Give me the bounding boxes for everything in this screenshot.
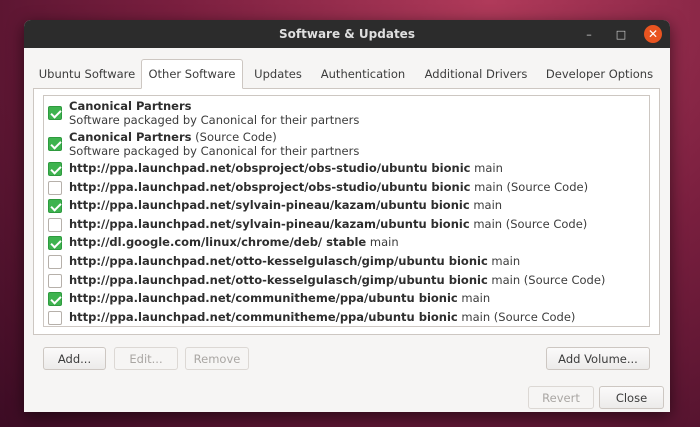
source-checkbox[interactable] [48,180,62,195]
tab-other-software[interactable]: Other Software [141,59,243,89]
source-components: (Source Code) [195,130,277,144]
minimize-icon[interactable]: – [580,25,598,43]
source-label: Canonical Partners [69,99,192,114]
source-row[interactable]: http://ppa.launchpad.net/sylvain-pineau/… [44,197,644,215]
source-checkbox[interactable] [48,273,62,288]
tab-developer-options[interactable]: Developer Options [539,59,660,88]
title-bar[interactable]: Software & Updates – □ ✕ [24,20,670,48]
source-row[interactable]: Canonical Partners Software packaged by C… [44,98,644,129]
add-volume-button[interactable]: Add Volume... [546,347,650,370]
source-description: Software packaged by Canonical for their… [69,113,360,127]
source-name: http://ppa.launchpad.net/communitheme/pp… [69,291,458,306]
source-components: main (Source Code) [461,309,576,324]
source-label: http://ppa.launchpad.net/obsproject/obs-… [69,161,503,176]
tab-bar: Ubuntu Software Other Software Updates A… [33,59,660,89]
source-row[interactable]: http://ppa.launchpad.net/communitheme/pp… [44,309,644,327]
tab-authentication[interactable]: Authentication [313,59,413,88]
source-name: http://dl.google.com/linux/chrome/deb/ s… [69,235,367,250]
source-name: http://ppa.launchpad.net/communitheme/pp… [69,309,458,324]
window-controls: – □ ✕ [580,20,662,48]
close-button[interactable]: Close [599,386,664,409]
source-components: main [474,161,503,175]
source-name: http://ppa.launchpad.net/otto-kesselgula… [69,272,488,287]
tab-additional-drivers[interactable]: Additional Drivers [413,59,539,88]
source-checkbox[interactable] [48,217,62,232]
source-row[interactable]: http://ppa.launchpad.net/obsproject/obs-… [44,179,644,197]
maximize-icon[interactable]: □ [612,25,630,43]
source-name: Canonical Partners [69,130,192,144]
remove-button[interactable]: Remove [185,347,249,370]
source-label: http://ppa.launchpad.net/otto-kesselgula… [69,273,605,288]
source-checkbox[interactable] [48,236,62,251]
source-name: http://ppa.launchpad.net/obsproject/obs-… [69,179,471,194]
add-button[interactable]: Add... [43,347,106,370]
source-name: http://ppa.launchpad.net/obsproject/obs-… [69,161,471,175]
source-name: Canonical Partners [69,99,192,113]
source-row[interactable]: http://ppa.launchpad.net/sylvain-pineau/… [44,216,644,234]
source-components: main (Source Code) [491,272,606,287]
window-title: Software & Updates [279,27,415,41]
source-name: http://ppa.launchpad.net/sylvain-pineau/… [69,198,470,213]
tab-updates[interactable]: Updates [243,59,313,88]
edit-button[interactable]: Edit... [114,347,178,370]
source-row[interactable]: http://ppa.launchpad.net/otto-kesselgula… [44,272,644,290]
source-row[interactable]: http://ppa.launchpad.net/obsproject/obs-… [44,160,644,178]
source-checkbox[interactable] [48,106,62,120]
source-description: Software packaged by Canonical for their… [69,144,360,158]
source-name: http://ppa.launchpad.net/otto-kesselgula… [69,254,488,268]
source-label: http://ppa.launchpad.net/communitheme/pp… [69,291,490,306]
source-checkbox[interactable] [48,292,62,307]
source-components: main (Source Code) [473,216,588,231]
source-checkbox[interactable] [48,162,62,176]
source-label: Canonical Partners (Source Code) [69,130,277,145]
source-row[interactable]: http://ppa.launchpad.net/otto-kesselgula… [44,253,644,271]
tab-ubuntu-software[interactable]: Ubuntu Software [33,59,141,88]
close-icon[interactable]: ✕ [644,25,662,43]
source-checkbox[interactable] [48,255,62,269]
source-label: http://ppa.launchpad.net/sylvain-pineau/… [69,198,502,213]
source-row[interactable]: Canonical Partners (Source Code) Software… [44,129,644,160]
source-components: main (Source Code) [474,179,589,194]
other-software-panel: Canonical Partners Software packaged by C… [33,89,660,335]
source-label: http://ppa.launchpad.net/otto-kesselgula… [69,254,520,269]
software-updates-window: Software & Updates – □ ✕ Ubuntu Software… [24,20,670,412]
source-checkbox[interactable] [48,137,62,151]
source-components: main [461,291,491,306]
revert-button[interactable]: Revert [528,386,594,409]
source-label: http://dl.google.com/linux/chrome/deb/ s… [69,235,399,250]
source-row[interactable]: http://dl.google.com/linux/chrome/deb/ s… [44,234,644,252]
source-components: main [369,235,399,250]
source-label: http://ppa.launchpad.net/communitheme/pp… [69,310,575,325]
source-checkbox[interactable] [48,199,62,214]
source-row[interactable]: http://ppa.launchpad.net/communitheme/pp… [44,290,644,308]
source-label: http://ppa.launchpad.net/sylvain-pineau/… [69,217,587,232]
source-components: main [491,254,521,268]
source-name: http://ppa.launchpad.net/sylvain-pineau/… [69,216,470,231]
source-label: http://ppa.launchpad.net/obsproject/obs-… [69,180,588,195]
source-checkbox[interactable] [48,310,62,325]
source-components: main [473,198,503,213]
sources-list: Canonical Partners Software packaged by C… [43,95,650,327]
